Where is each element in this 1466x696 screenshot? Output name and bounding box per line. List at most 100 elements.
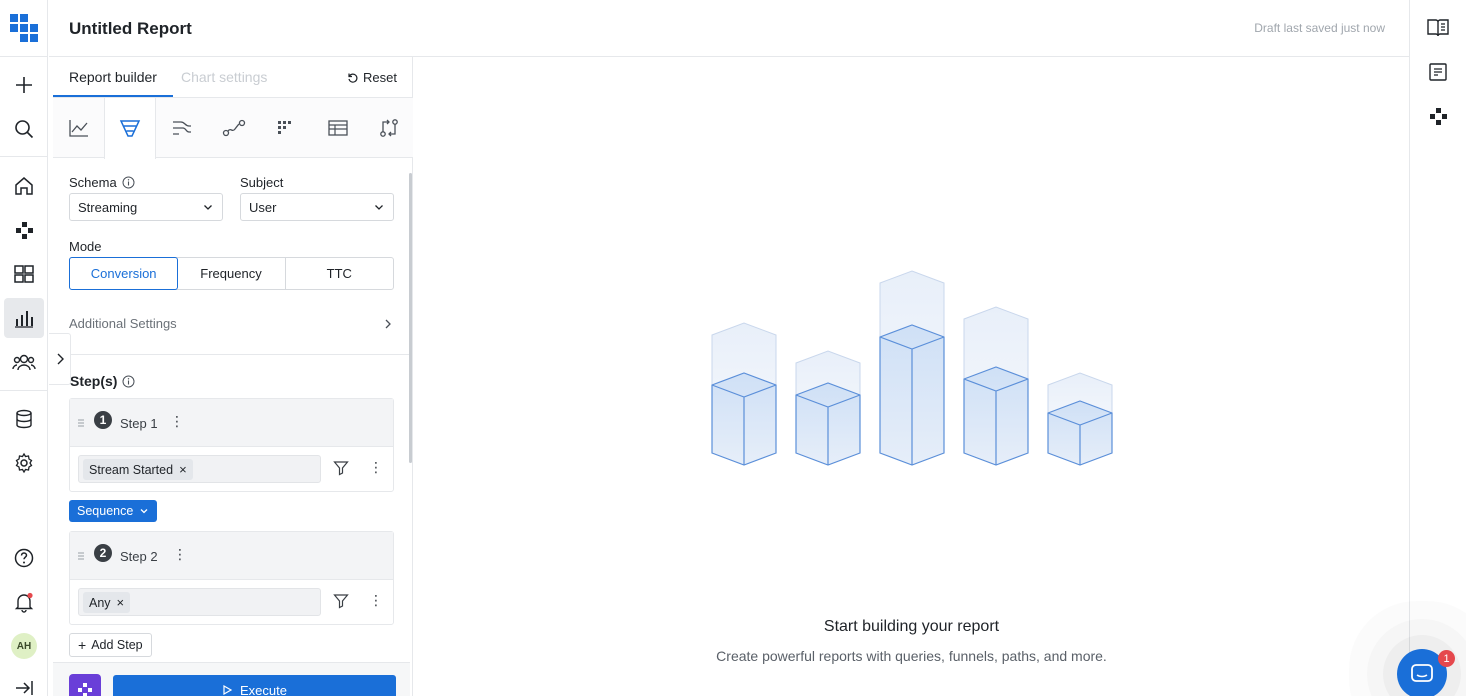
report-type-toolbar — [53, 98, 415, 159]
rail-divider — [0, 156, 48, 157]
report-canvas: Start building your report Create powerf… — [414, 57, 1409, 696]
network-icon[interactable] — [1422, 100, 1454, 132]
kebab-icon[interactable]: ⋮ — [369, 459, 383, 476]
step-header: 1 Step 1 ⋮ — [70, 399, 393, 447]
additional-settings-row[interactable]: Additional Settings — [69, 316, 394, 331]
grid-icon[interactable] — [260, 98, 312, 158]
chevron-down-icon — [204, 205, 212, 210]
add-step-label: Add Step — [91, 638, 143, 652]
plus-icon[interactable] — [4, 65, 44, 105]
close-icon[interactable]: × — [179, 462, 187, 477]
tab-chart-settings[interactable]: Chart settings — [181, 69, 267, 85]
chat-icon — [1411, 664, 1433, 682]
home-icon[interactable] — [4, 166, 44, 206]
report-builder-panel: Report builder Chart settings Reset Sche… — [53, 57, 413, 696]
page-title[interactable]: Untitled Report — [69, 19, 192, 39]
kebab-icon[interactable]: ⋮ — [369, 592, 383, 609]
filter-icon[interactable] — [333, 593, 349, 609]
reset-label: Reset — [363, 70, 397, 85]
collapse-panel-toggle[interactable] — [49, 333, 71, 385]
execute-label: Execute — [240, 682, 287, 696]
app-logo-icon[interactable] — [69, 674, 101, 696]
event-chip-label: Any — [89, 595, 111, 610]
path-icon[interactable] — [208, 98, 260, 158]
rail-divider — [0, 390, 48, 391]
chevron-right-icon — [385, 319, 391, 328]
steps-heading: Step(s) — [70, 373, 135, 389]
subject-select[interactable]: User — [240, 193, 394, 221]
mode-frequency[interactable]: Frequency — [177, 258, 286, 289]
step-card: 2 Step 2 ⋮ Any × ⋮ — [69, 531, 394, 625]
step-name[interactable]: Step 1 — [120, 416, 158, 431]
right-rail — [1409, 0, 1466, 696]
mode-conversion[interactable]: Conversion — [69, 257, 179, 290]
kebab-icon[interactable]: ⋮ — [173, 546, 187, 563]
book-icon[interactable] — [1422, 12, 1454, 44]
notes-icon[interactable] — [1422, 56, 1454, 88]
sequence-dropdown[interactable]: Sequence — [69, 500, 158, 522]
add-step-button[interactable]: + Add Step — [69, 633, 152, 657]
funnel-icon[interactable] — [104, 98, 156, 159]
filter-icon[interactable] — [333, 460, 349, 476]
execute-button[interactable]: Execute — [113, 675, 396, 696]
schema-label-text: Schema — [69, 175, 117, 190]
expand-icon[interactable] — [4, 668, 44, 696]
network-icon[interactable] — [4, 210, 44, 250]
step-body: Stream Started × ⋮ — [70, 447, 393, 491]
bar-chart-icon[interactable] — [4, 298, 44, 338]
event-chip: Stream Started × — [83, 459, 193, 480]
plus-icon: + — [78, 637, 87, 653]
event-chip-label: Stream Started — [89, 462, 174, 477]
active-tab-indicator — [53, 95, 173, 97]
play-icon — [223, 685, 232, 695]
compare-icon[interactable] — [363, 98, 415, 158]
info-icon[interactable] — [122, 176, 135, 189]
gear-icon[interactable] — [4, 443, 44, 483]
schema-select[interactable]: Streaming — [69, 193, 223, 221]
database-icon[interactable] — [4, 399, 44, 439]
chevron-down-icon — [140, 509, 148, 514]
section-divider — [53, 354, 410, 355]
info-icon[interactable] — [122, 375, 135, 388]
event-input[interactable]: Any × — [78, 588, 321, 616]
sequence-label: Sequence — [77, 504, 134, 518]
left-rail: AH — [0, 0, 48, 696]
line-chart-icon[interactable] — [53, 98, 105, 158]
drag-handle-icon[interactable] — [78, 418, 84, 428]
save-status: Draft last saved just now — [1254, 21, 1385, 35]
mode-label: Mode — [69, 239, 102, 254]
chevron-right-icon — [57, 353, 64, 365]
subject-value: User — [249, 199, 277, 215]
users-icon[interactable] — [4, 342, 44, 382]
event-input[interactable]: Stream Started × — [78, 455, 321, 483]
table-icon[interactable] — [312, 98, 364, 158]
avatar[interactable]: AH — [11, 633, 37, 659]
report-header: Untitled Report Draft last saved just no… — [49, 0, 1409, 57]
step-body: Any × ⋮ — [70, 580, 393, 624]
drag-handle-icon[interactable] — [78, 551, 84, 561]
search-icon[interactable] — [4, 109, 44, 149]
help-icon[interactable] — [4, 538, 44, 578]
reset-button[interactable]: Reset — [347, 70, 397, 85]
empty-state-subtitle: Create powerful reports with queries, fu… — [716, 648, 1107, 664]
empty-state-title: Start building your report — [823, 618, 1000, 635]
flow-icon[interactable] — [156, 98, 208, 158]
chevron-down-icon — [375, 205, 383, 210]
reset-icon — [348, 73, 358, 83]
kebab-icon[interactable]: ⋮ — [170, 413, 184, 430]
subject-label: Subject — [240, 175, 284, 190]
close-icon[interactable]: × — [117, 595, 125, 610]
tab-report-builder[interactable]: Report builder — [69, 69, 157, 85]
logo-icon[interactable] — [10, 14, 38, 42]
mode-ttc[interactable]: TTC — [286, 258, 393, 289]
notification-badge: 1 — [1438, 650, 1455, 667]
steps-heading-text: Step(s) — [70, 373, 118, 389]
bell-icon[interactable] — [4, 582, 44, 622]
mode-segmented-control: Conversion Frequency TTC — [69, 257, 394, 290]
empty-state-illustration — [711, 270, 1113, 466]
panel-scrollbar[interactable] — [409, 173, 412, 463]
step-header: 2 Step 2 ⋮ — [70, 532, 393, 580]
dashboard-icon[interactable] — [4, 254, 44, 294]
step-name[interactable]: Step 2 — [120, 549, 158, 564]
app: AH Untitled Report Draft last saved just… — [0, 0, 1466, 696]
